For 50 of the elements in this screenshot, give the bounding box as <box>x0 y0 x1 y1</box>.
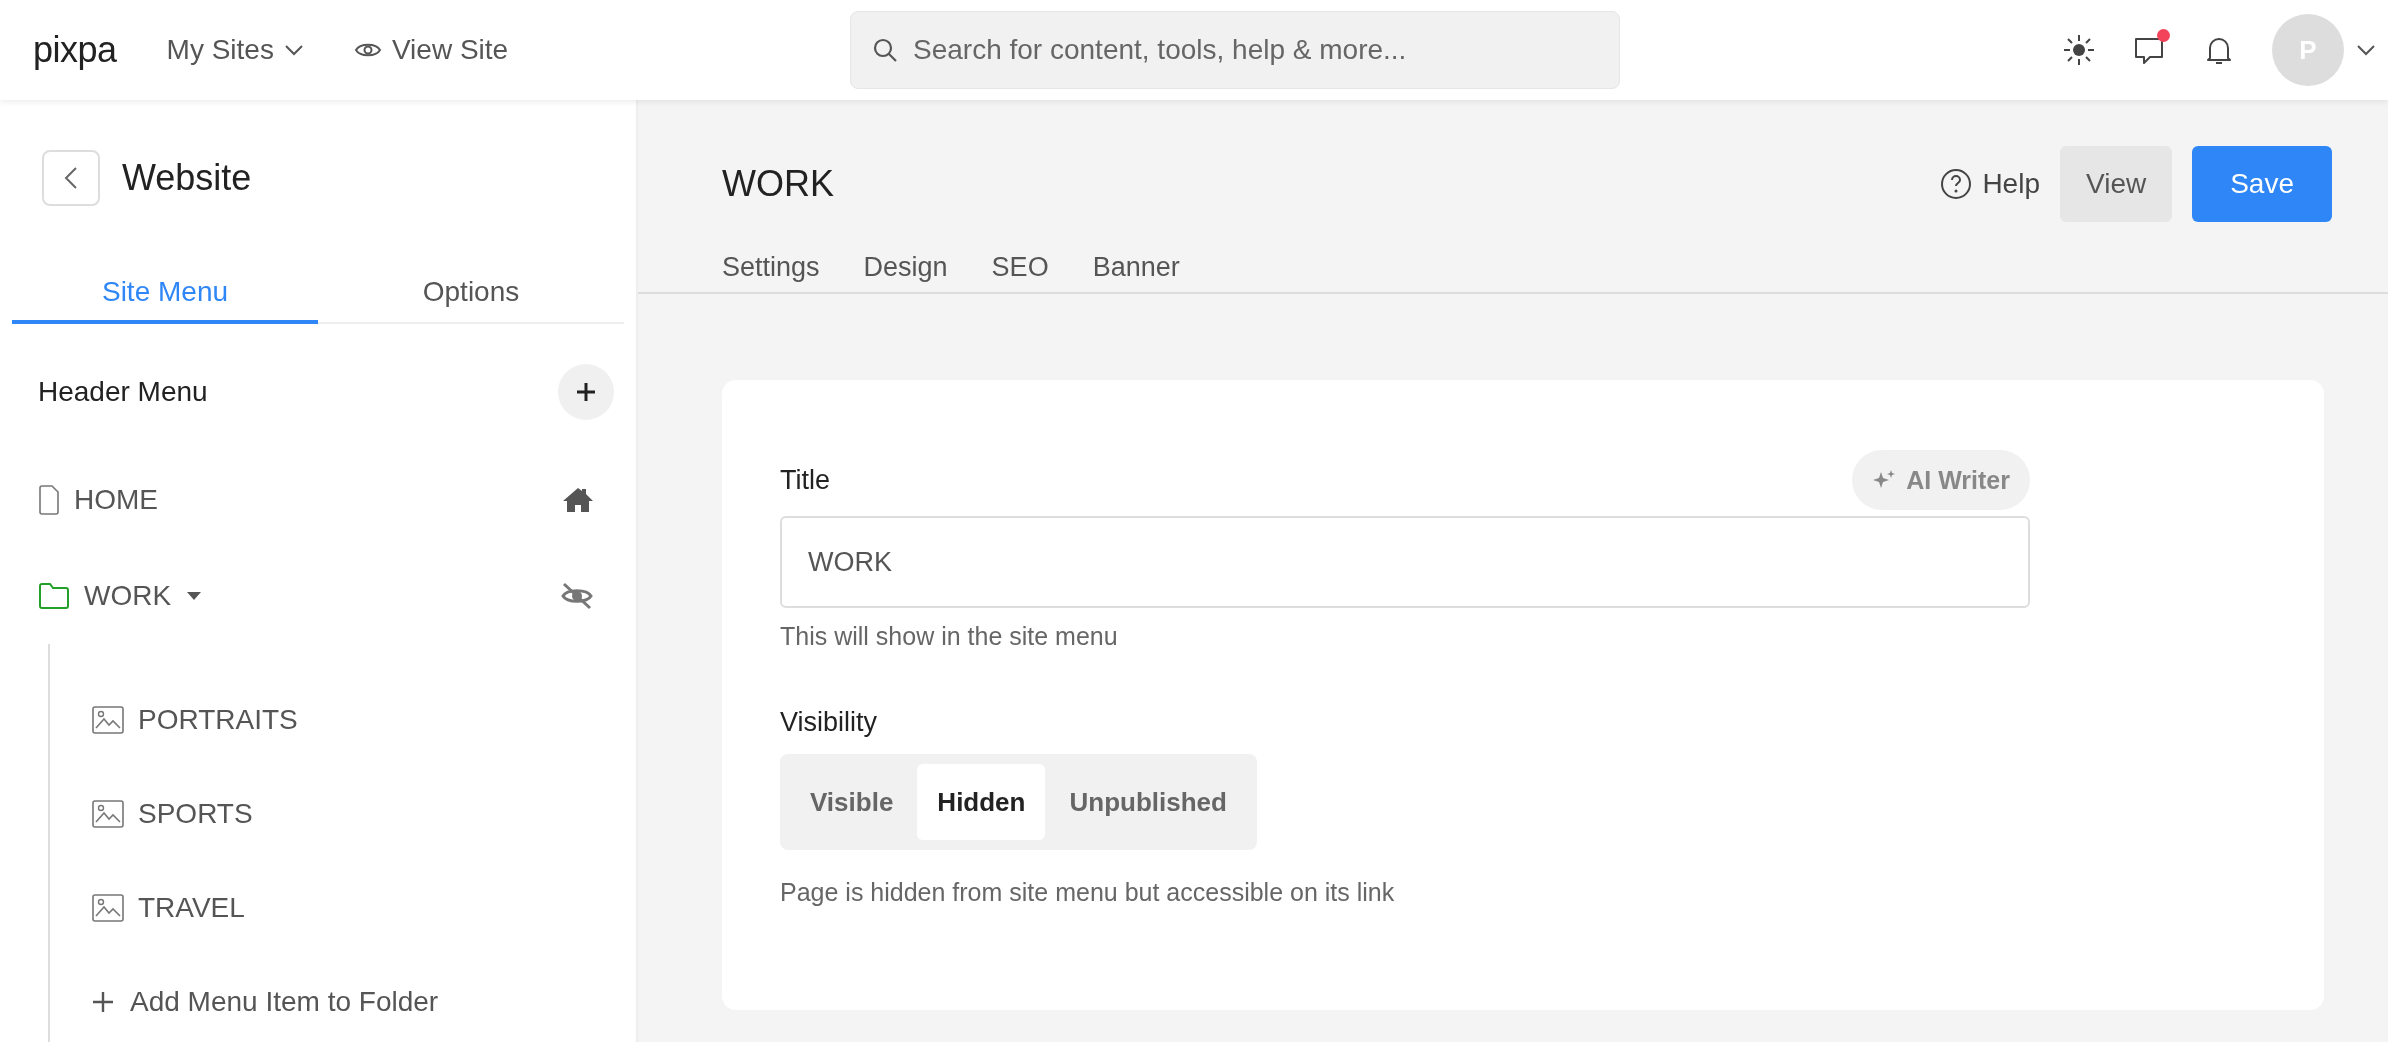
image-icon <box>92 706 124 734</box>
help-button[interactable]: Help <box>1940 168 2040 200</box>
visibility-option[interactable]: Unpublished <box>1049 764 1247 840</box>
menu-item[interactable]: TRAVEL <box>92 861 624 955</box>
field-hint: Page is hidden from site menu but accessible on its link <box>780 878 1395 907</box>
sun-icon[interactable] <box>2062 33 2096 67</box>
page-tab[interactable]: SEO <box>991 252 1049 292</box>
field-hint: This will show in the site menu <box>780 622 1118 651</box>
menu-item[interactable]: HOME <box>12 452 624 548</box>
field-label: Visibility <box>780 707 878 738</box>
chevron-left-icon <box>64 166 78 190</box>
sidebar-title: Website <box>122 157 252 199</box>
menu-item-label: HOME <box>74 484 158 516</box>
folder-icon <box>38 582 70 610</box>
caret-icon[interactable] <box>185 590 204 602</box>
sidebar-tab[interactable]: Options <box>318 264 624 324</box>
chevron-down-icon[interactable] <box>2356 44 2376 56</box>
page-tab[interactable]: Settings <box>722 252 820 292</box>
page-icon <box>38 484 60 516</box>
menu-item[interactable]: WORK <box>12 548 624 644</box>
section-title: Header Menu <box>38 376 208 408</box>
image-icon <box>92 894 124 922</box>
menu-item-label: PORTRAITS <box>138 704 298 736</box>
title-input[interactable]: WORK <box>780 516 2030 608</box>
add-button[interactable] <box>558 364 614 420</box>
sidebar-tab[interactable]: Site Menu <box>12 264 318 324</box>
menu-item-label: SPORTS <box>138 798 253 830</box>
visibility-option[interactable]: Visible <box>790 764 914 840</box>
field-label: Title <box>780 464 830 496</box>
plus-icon <box>574 380 598 404</box>
image-icon <box>92 800 124 828</box>
menu-item[interactable]: PORTRAITS <box>92 673 624 767</box>
menu-item-label: TRAVEL <box>138 892 245 924</box>
page-title: WORK <box>722 163 834 205</box>
view-site-link[interactable]: View Site <box>353 34 509 66</box>
menu-item[interactable]: SPORTS <box>92 767 624 861</box>
menu-item-label: WORK <box>84 580 172 612</box>
plus-icon <box>92 991 114 1013</box>
help-icon <box>1940 168 1973 200</box>
chevron-down-icon <box>283 44 304 56</box>
my-sites-menu[interactable]: My Sites <box>166 34 304 66</box>
page-tab[interactable]: Banner <box>1092 252 1180 292</box>
visibility-option[interactable]: Hidden <box>917 764 1046 840</box>
add-menu-item-link[interactable]: Add Menu Item to Folder <box>92 955 439 1042</box>
page-tab[interactable]: Design <box>863 252 948 292</box>
logo[interactable]: pixpa <box>33 29 117 71</box>
search-icon <box>872 37 898 63</box>
save-button[interactable]: Save <box>2192 146 2332 222</box>
search-field[interactable]: Search for content, tools, help & more... <box>850 11 1620 89</box>
view-button[interactable]: View <box>2060 146 2173 222</box>
